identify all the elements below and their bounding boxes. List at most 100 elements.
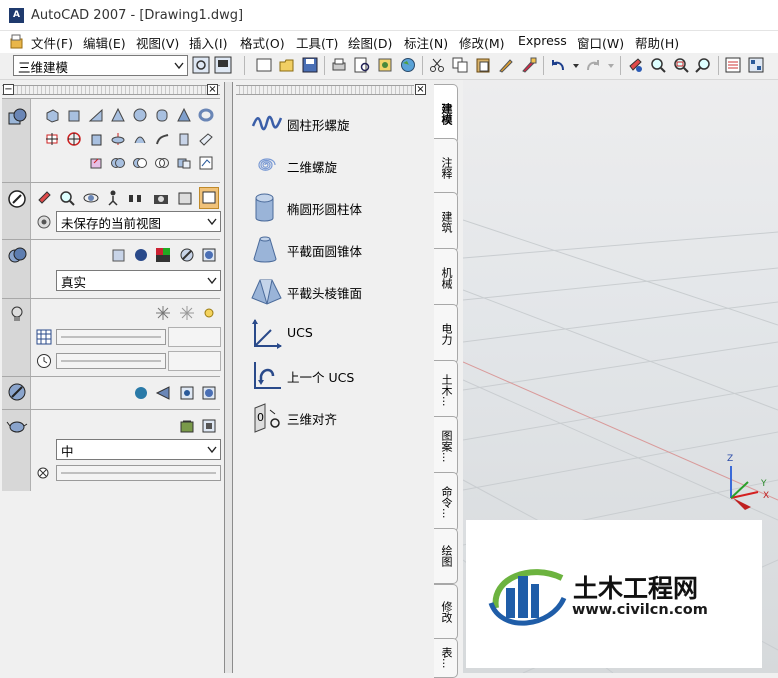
print-preview-icon[interactable] (353, 56, 371, 74)
workspace-save-icon[interactable] (214, 56, 232, 74)
menu-insert[interactable]: 插入(I) (189, 33, 227, 52)
extrude-icon[interactable] (44, 131, 60, 147)
menu-tools[interactable]: 工具(T) (296, 33, 338, 52)
menu-file[interactable]: 文件(F) (31, 33, 73, 52)
cylinder-box-icon[interactable] (66, 107, 82, 123)
contrast-slider[interactable] (56, 353, 166, 369)
menu-window[interactable]: 窗口(W) (577, 33, 624, 52)
wedge-icon[interactable] (88, 107, 104, 123)
palette-item-3d-align[interactable]: 0 三维对齐 (251, 400, 421, 434)
design-center-icon[interactable] (747, 56, 765, 74)
menu-view[interactable]: 视图(V) (136, 33, 179, 52)
camera-icon[interactable] (152, 189, 170, 207)
block-editor-icon[interactable] (520, 56, 538, 74)
open-folder-icon[interactable] (278, 56, 296, 74)
materials-browser-icon[interactable] (132, 384, 150, 402)
render-quality-select[interactable]: 中 (56, 439, 221, 460)
render-slider[interactable] (56, 465, 221, 481)
web-publish-icon[interactable] (399, 56, 417, 74)
new-file-icon[interactable] (255, 56, 273, 74)
flatshot-icon[interactable] (198, 155, 214, 171)
slice-icon[interactable] (154, 131, 170, 147)
3d-zoom-icon[interactable] (58, 189, 76, 207)
palette-item-ucs-previous[interactable]: 上一个 UCS (251, 358, 421, 392)
redo-icon[interactable] (584, 56, 602, 74)
visual-style-manager-icon[interactable] (178, 246, 196, 264)
tab-annotation[interactable]: 注释 (434, 138, 458, 198)
menu-edit[interactable]: 编辑(E) (83, 33, 126, 52)
redo-dropdown-icon[interactable] (607, 62, 615, 70)
visual-style-palette-icon[interactable] (200, 246, 218, 264)
pyramid-icon[interactable] (176, 107, 192, 123)
menu-format[interactable]: 格式(O) (240, 33, 285, 52)
cone-icon[interactable] (110, 107, 126, 123)
thicken-icon[interactable] (88, 155, 104, 171)
menu-dimension[interactable]: 标注(N) (404, 33, 448, 52)
3d-orbit-icon[interactable] (82, 189, 100, 207)
material-attach-icon[interactable] (154, 384, 172, 402)
properties-icon[interactable] (724, 56, 742, 74)
dashboard-close-icon[interactable]: × (207, 84, 218, 95)
planar-surface-icon[interactable] (198, 131, 214, 147)
match-properties-icon[interactable] (497, 56, 515, 74)
box-icon[interactable] (44, 107, 60, 123)
brightness-slider[interactable] (56, 329, 166, 345)
section-plane-icon[interactable] (176, 131, 192, 147)
conceptual-icon[interactable] (154, 246, 172, 264)
tab-command[interactable]: 命令... (434, 472, 458, 532)
3d-wireframe-icon[interactable] (110, 246, 128, 264)
view-manager-icon[interactable] (36, 214, 52, 230)
brightness-value[interactable] (168, 327, 221, 347)
materials-palette-icon[interactable] (200, 384, 218, 402)
spot-light-icon[interactable] (178, 304, 196, 322)
visual-style-select[interactable]: 真实 (56, 270, 221, 291)
pan-realtime-icon[interactable] (626, 56, 644, 74)
torus-icon[interactable] (198, 107, 214, 123)
chevron-down-icon[interactable] (206, 274, 218, 287)
tab-electrical[interactable]: 电力 (434, 304, 458, 364)
palette-item-elliptical-cylinder[interactable]: 椭圆形圆柱体 (251, 190, 421, 224)
undo-dropdown-icon[interactable] (572, 62, 580, 70)
palette-close-icon[interactable]: × (415, 84, 426, 95)
named-view-select[interactable]: 未保存的当前视图 (56, 211, 221, 232)
cylinder-icon[interactable] (154, 107, 170, 123)
chevron-down-icon[interactable] (206, 443, 218, 456)
zoom-realtime-icon[interactable] (649, 56, 667, 74)
union-icon[interactable] (110, 155, 126, 171)
dashboard-grip-bar[interactable] (2, 85, 220, 95)
tab-architectural[interactable]: 建筑 (434, 192, 458, 252)
tab-hatch[interactable]: 图案... (434, 416, 458, 476)
subtract-icon[interactable] (132, 155, 148, 171)
3d-pan-icon[interactable] (36, 189, 54, 207)
realistic-icon[interactable] (132, 246, 150, 264)
publish-icon[interactable] (376, 56, 394, 74)
sphere-icon[interactable] (132, 107, 148, 123)
sun-light-icon[interactable] (200, 304, 218, 322)
tab-modeling[interactable]: 建模 (434, 84, 458, 144)
render-settings-icon[interactable] (200, 417, 218, 435)
zoom-previous-icon[interactable] (695, 56, 713, 74)
undo-icon[interactable] (549, 56, 567, 74)
dashboard-minimize-icon[interactable]: − (3, 84, 14, 95)
interfere-icon[interactable] (176, 155, 192, 171)
render-icon[interactable] (178, 417, 196, 435)
palette-item-cylindrical-helix[interactable]: 圆柱形螺旋 (251, 106, 421, 140)
palette-item-frustum-pyramid[interactable]: 平截头棱锥面 (251, 274, 421, 308)
presspull-icon[interactable] (66, 131, 82, 147)
menu-help[interactable]: 帮助(H) (635, 33, 679, 52)
3d-fly-icon[interactable] (126, 189, 144, 207)
menu-modify[interactable]: 修改(M) (459, 33, 505, 52)
back-clip-icon[interactable] (199, 187, 219, 209)
tab-civil[interactable]: 土木... (434, 360, 458, 420)
tab-draw[interactable]: 绘图 (434, 528, 458, 584)
palette-grip-bar[interactable] (236, 85, 414, 95)
point-light-icon[interactable] (154, 304, 172, 322)
menu-express[interactable]: Express (518, 33, 567, 48)
tab-mechanical[interactable]: 机械 (434, 248, 458, 308)
palette-item-2d-spiral[interactable]: 二维螺旋 (251, 148, 421, 182)
palette-item-frustum-cone[interactable]: 平截面圆锥体 (251, 232, 421, 266)
cut-icon[interactable] (428, 56, 446, 74)
workspace-select[interactable]: 三维建模 (13, 55, 188, 76)
material-map-icon[interactable] (178, 384, 196, 402)
tab-modify[interactable]: 修改 (434, 584, 458, 640)
